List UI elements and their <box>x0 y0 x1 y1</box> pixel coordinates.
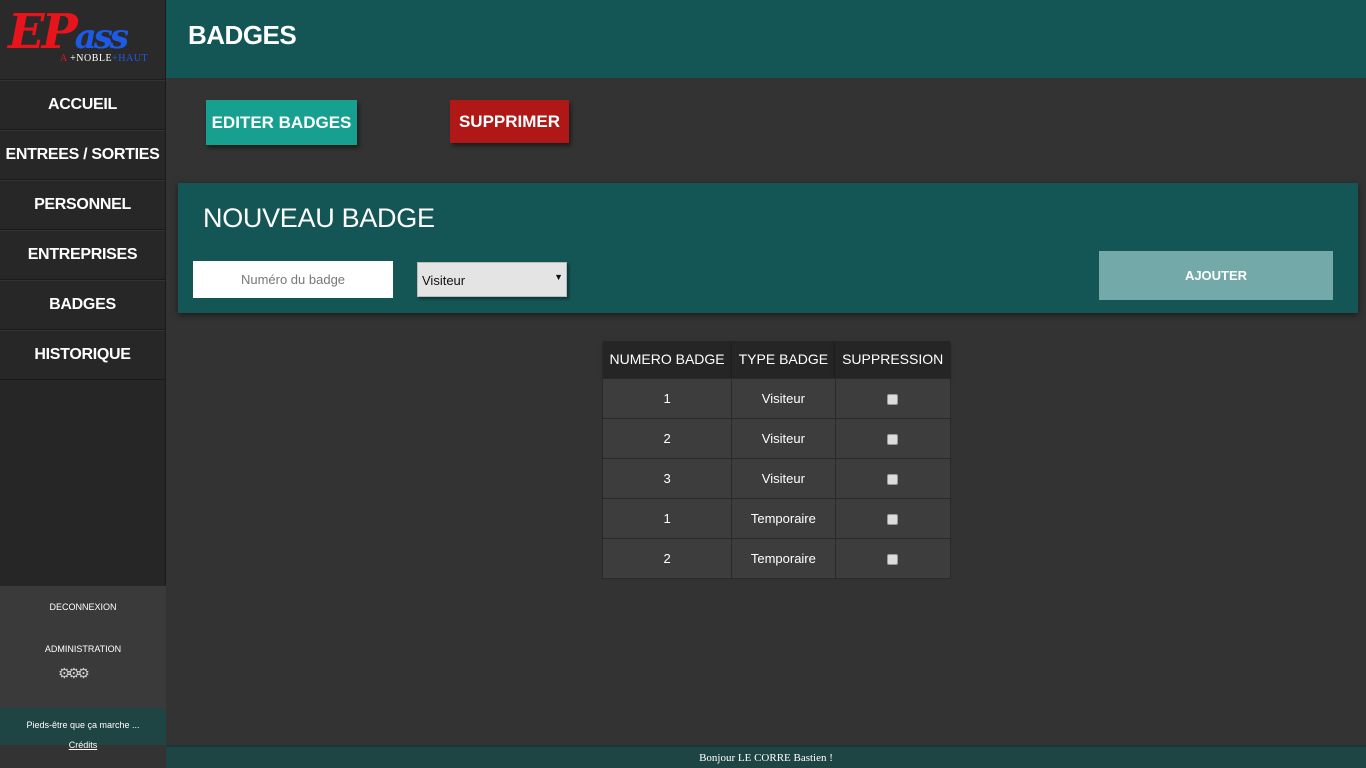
badge-type-select[interactable]: Visiteur ▼ <box>417 262 567 297</box>
page-header: BADGES <box>166 0 1366 78</box>
add-badge-button[interactable]: AJOUTER <box>1099 251 1333 300</box>
cell-numero: 1 <box>601 497 733 539</box>
edit-badges-button[interactable]: EDITER BADGES <box>206 100 357 145</box>
cell-suppression <box>834 417 951 459</box>
table-row: 2 Temporaire <box>601 537 951 579</box>
delete-checkbox[interactable] <box>887 473 899 485</box>
gears-icon[interactable]: ⚙⚙⚙ <box>58 664 106 690</box>
table-row: 1 Temporaire <box>601 497 951 539</box>
column-header-numero: NUMERO BADGE <box>602 341 732 378</box>
delete-checkbox[interactable] <box>887 393 899 405</box>
administration-link[interactable]: ADMINISTRATION <box>0 644 166 654</box>
badge-number-input[interactable] <box>193 261 393 298</box>
sidebar-footer: Pieds-être que ça marche ... Crédits <box>0 708 166 750</box>
epass-logo[interactable]: EPass A +NOBLE+HAUT <box>0 0 165 80</box>
greeting-text: Bonjour LE CORRE Bastien ! <box>699 752 833 764</box>
sidebar: EPass A +NOBLE+HAUT ACCUEIL ENTREES / SO… <box>0 0 166 750</box>
cell-type: Temporaire <box>731 497 836 539</box>
cell-numero: 1 <box>601 377 733 419</box>
table-header-row: NUMERO BADGE TYPE BADGE SUPPRESSION <box>602 341 951 378</box>
cell-type: Temporaire <box>731 537 836 579</box>
cell-suppression <box>834 377 951 419</box>
new-badge-title: NOUVEAU BADGE <box>203 203 435 233</box>
sidebar-item-historique[interactable]: HISTORIQUE <box>0 330 165 380</box>
table-row: 1 Visiteur <box>601 377 951 419</box>
sidebar-nav: ACCUEIL ENTREES / SORTIES PERSONNEL ENTR… <box>0 80 165 380</box>
sidebar-item-label: ACCUEIL <box>47 96 117 113</box>
page-title: BADGES <box>188 20 297 50</box>
deconnexion-link[interactable]: DECONNEXION <box>0 602 166 612</box>
chevron-down-icon: ▼ <box>554 272 563 282</box>
badge-type-selected: Visiteur <box>422 273 466 288</box>
credits-link[interactable]: Crédits <box>0 740 166 750</box>
delete-checkbox[interactable] <box>887 553 899 565</box>
cell-type: Visiteur <box>731 377 836 419</box>
sidebar-item-label: HISTORIQUE <box>34 346 131 363</box>
sidebar-item-badges[interactable]: BADGES <box>0 280 165 330</box>
logo-subtitle: A +NOBLE+HAUT <box>60 53 149 64</box>
sidebar-item-label: ENTREPRISES <box>27 246 138 263</box>
delete-checkbox[interactable] <box>887 513 899 525</box>
cell-suppression <box>834 497 951 539</box>
cell-type: Visiteur <box>731 417 836 459</box>
cell-type: Visiteur <box>731 457 836 499</box>
delete-checkbox[interactable] <box>887 433 899 445</box>
sidebar-item-entreprises[interactable]: ENTREPRISES <box>0 230 165 280</box>
tagline: Pieds-être que ça marche ... <box>26 720 140 730</box>
sidebar-item-accueil[interactable]: ACCUEIL <box>0 80 165 130</box>
badges-table: NUMERO BADGE TYPE BADGE SUPPRESSION 1 Vi… <box>601 341 951 579</box>
sidebar-item-label: ENTREES / SORTIES <box>5 146 160 163</box>
table-row: 2 Visiteur <box>601 417 951 459</box>
cell-numero: 3 <box>601 457 733 499</box>
sidebar-item-entrees-sorties[interactable]: ENTREES / SORTIES <box>0 130 165 180</box>
delete-button[interactable]: SUPPRIMER <box>450 100 569 143</box>
cell-suppression <box>834 537 951 579</box>
sidebar-item-label: PERSONNEL <box>34 196 131 213</box>
status-bar: Bonjour LE CORRE Bastien ! <box>166 745 1366 768</box>
new-badge-panel: NOUVEAU BADGE Visiteur ▼ AJOUTER <box>178 183 1358 313</box>
sidebar-item-label: BADGES <box>49 296 116 313</box>
table-row: 3 Visiteur <box>601 457 951 499</box>
cell-suppression <box>834 457 951 499</box>
sidebar-item-personnel[interactable]: PERSONNEL <box>0 180 165 230</box>
sidebar-account-panel: DECONNEXION ADMINISTRATION ⚙⚙⚙ <box>0 586 166 708</box>
column-header-type: TYPE BADGE <box>731 341 836 378</box>
cell-numero: 2 <box>601 537 733 579</box>
cell-numero: 2 <box>601 417 733 459</box>
column-header-suppression: SUPPRESSION <box>835 341 951 378</box>
